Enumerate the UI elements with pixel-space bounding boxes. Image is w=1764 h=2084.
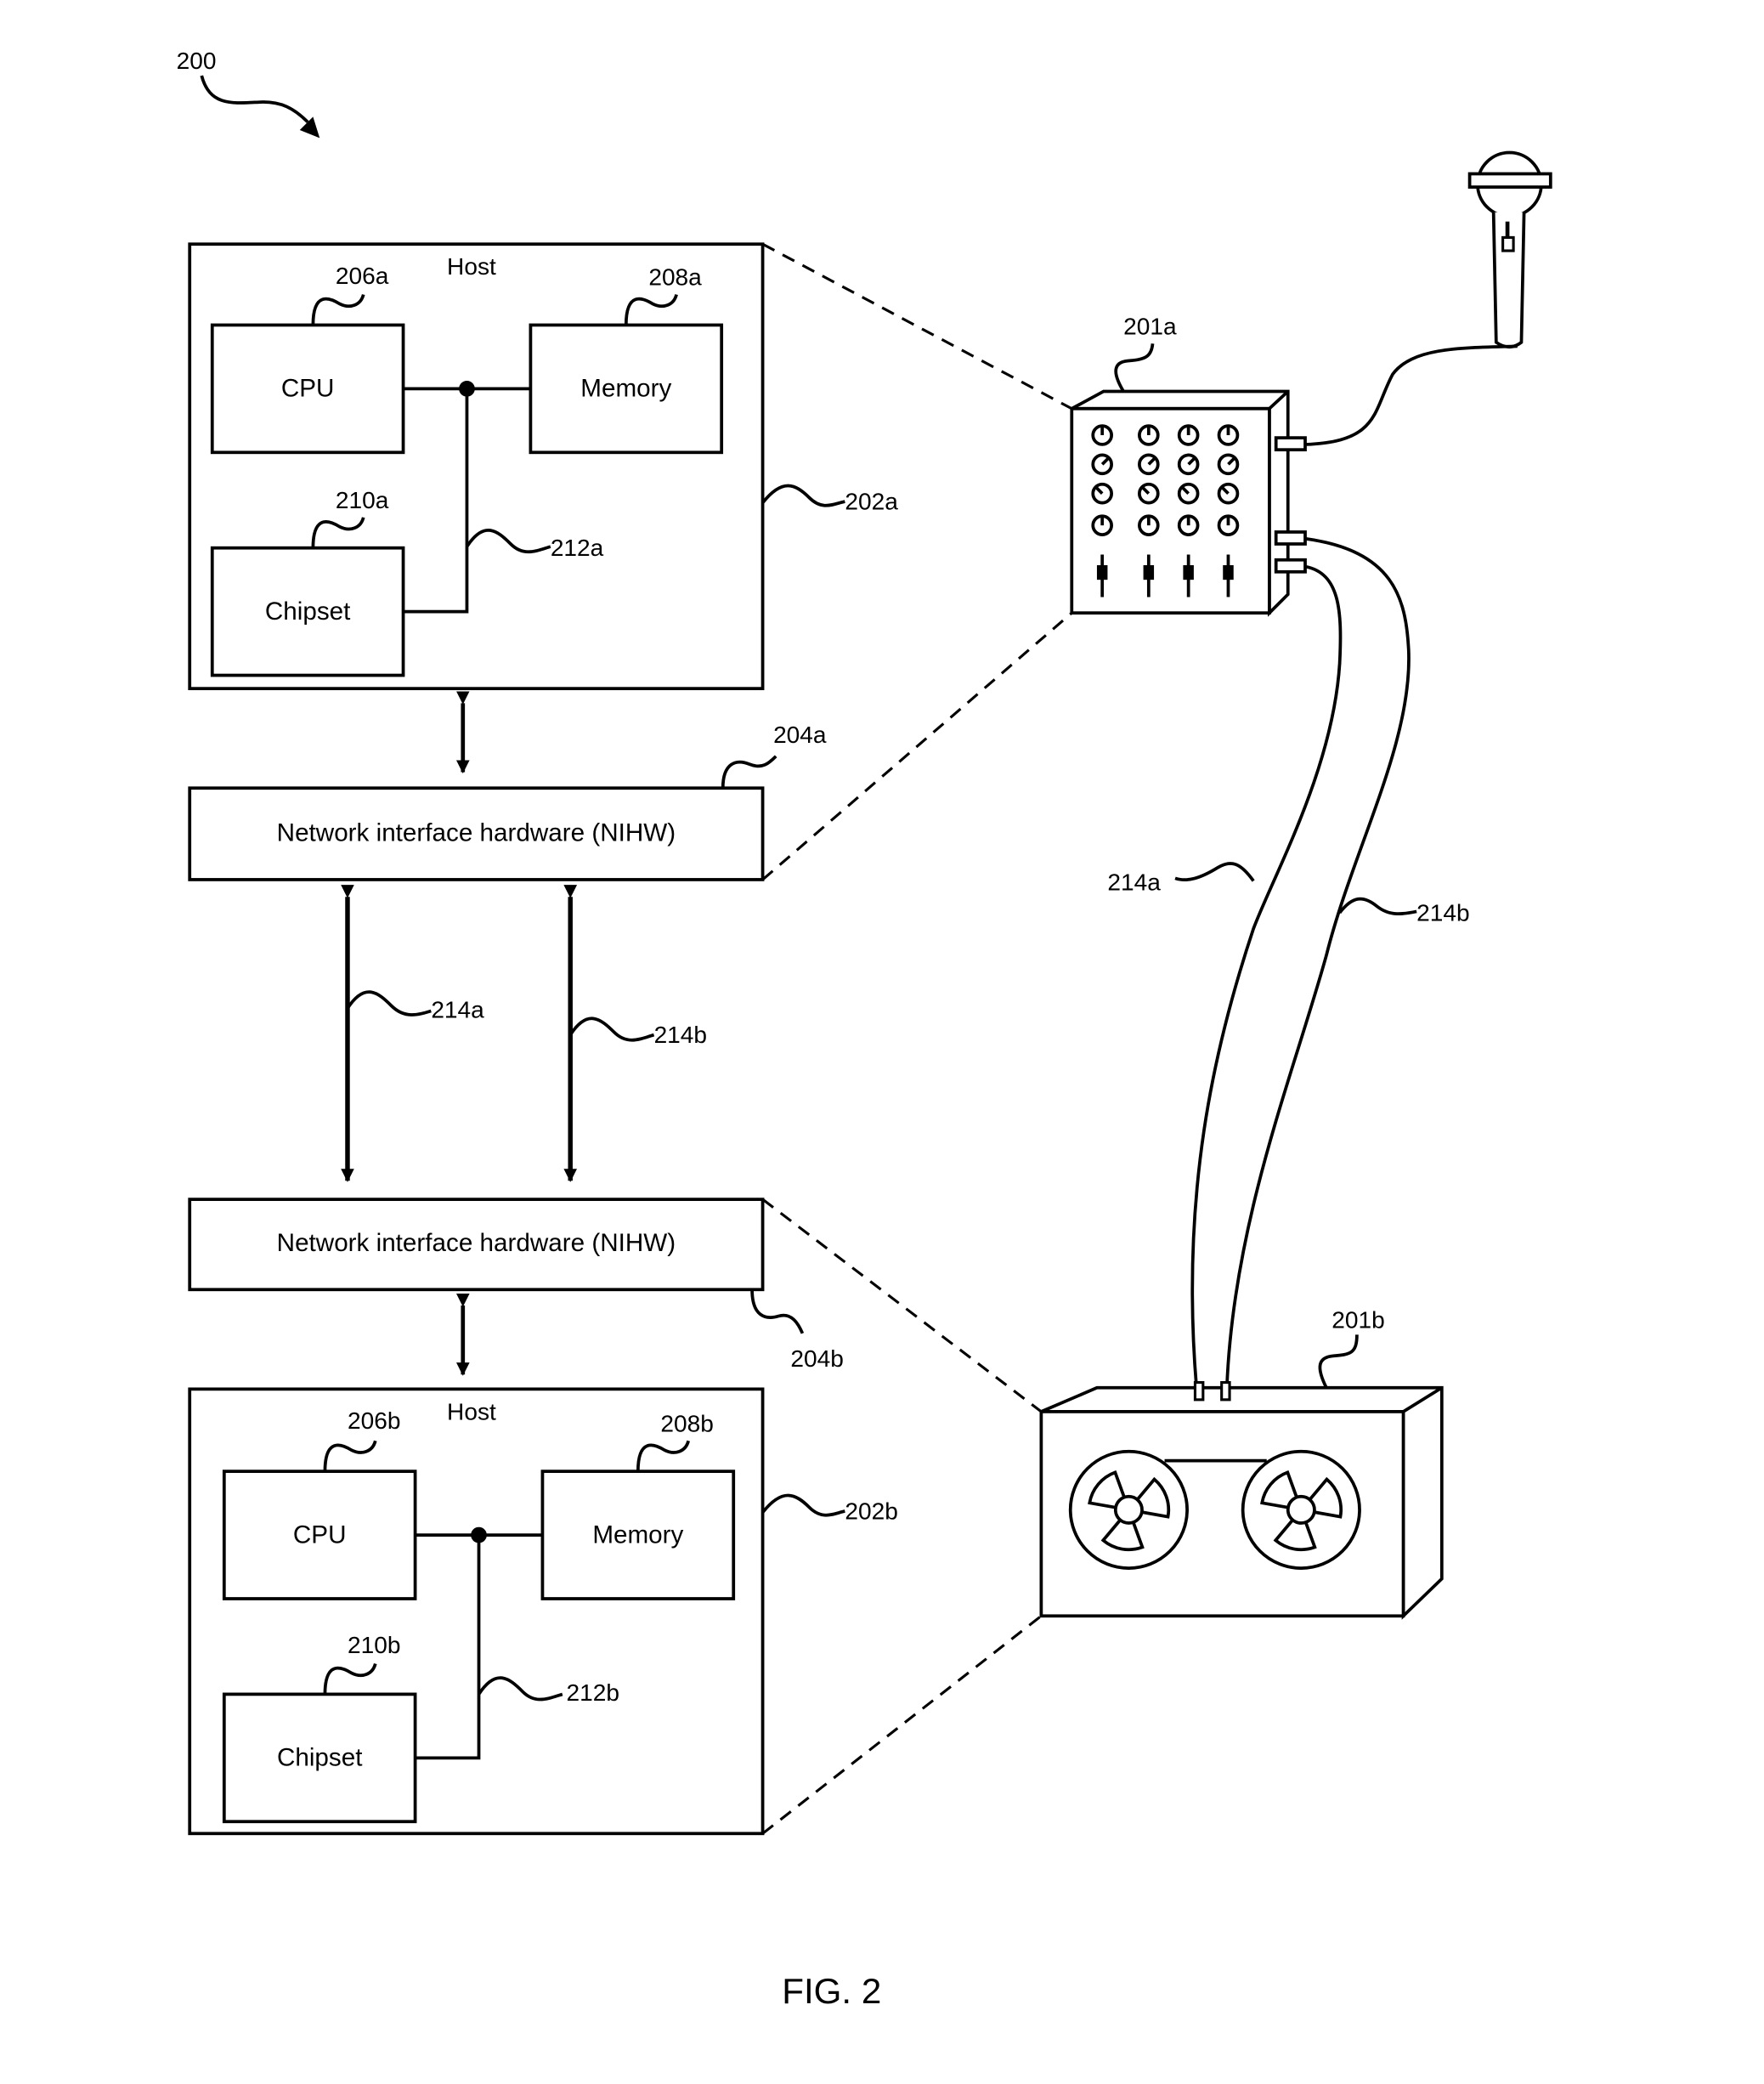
cable-b-ref: 214b <box>1416 899 1469 926</box>
mixer-icon <box>1070 389 1307 617</box>
host-b-box <box>188 1387 765 1836</box>
fader-knob <box>1096 564 1108 580</box>
nihw-b-ref: 204b <box>790 1345 843 1372</box>
cpu-b-label: CPU <box>293 1521 347 1549</box>
host-a: Host CPU 206a Memory 208a Chipset 210a 2… <box>188 242 898 691</box>
figure-ref-arrowhead <box>299 116 320 139</box>
bus-a-ref: 212a <box>551 535 604 561</box>
cpu-a-label: CPU <box>281 375 335 403</box>
projection-line <box>761 1198 1043 1413</box>
cable-a-ref: 214a <box>1107 869 1161 895</box>
figure-canvas: 200 Host CPU 206a Memory 208a Chipset 21… <box>177 48 1552 2011</box>
cpu-b-ref: 206b <box>348 1407 400 1434</box>
memory-a-ref: 208a <box>648 264 702 291</box>
host-b: Host CPU 206b Memory 208b Chipset 210b 2… <box>188 1387 898 1836</box>
cable-b <box>1225 536 1411 1387</box>
bus-b <box>415 1533 543 1760</box>
host-a-ref: 202a <box>845 488 898 514</box>
tape-deck-icon <box>1039 1381 1444 1620</box>
projection-line <box>761 242 1073 411</box>
figure-ref-arrow <box>200 75 309 123</box>
host-b-title: Host <box>447 1398 496 1424</box>
chipset-a-label: Chipset <box>265 597 351 626</box>
figure-caption: FIG. 2 <box>782 1971 881 2011</box>
fader-knob <box>1143 564 1155 580</box>
nihw-a-ref: 204a <box>773 722 827 748</box>
figure-ref: 200 <box>177 48 217 74</box>
host-b-ref: 202b <box>845 1498 897 1524</box>
memory-b-ref: 208b <box>660 1410 713 1436</box>
bus-b-ref: 212b <box>567 1679 619 1706</box>
host-a-title: Host <box>447 253 496 280</box>
mic-cable <box>1304 344 1518 446</box>
memory-a-label: Memory <box>580 375 671 403</box>
bus-b-junction <box>471 1526 487 1543</box>
projection-line <box>761 1615 1043 1835</box>
link-b-ref: 214b <box>654 1022 707 1048</box>
memory-b-label: Memory <box>592 1521 683 1549</box>
fader-knob <box>1223 564 1234 580</box>
microphone-icon <box>1467 150 1552 349</box>
device-b-ref: 201b <box>1331 1307 1384 1334</box>
cpu-a-ref: 206a <box>336 263 389 289</box>
link-a-ref: 214a <box>431 996 484 1022</box>
bus-a <box>403 387 531 614</box>
chipset-a-ref: 210a <box>336 487 389 513</box>
nihw-b-label: Network interface hardware (NIHW) <box>277 1229 676 1257</box>
chipset-b-ref: 210b <box>348 1632 400 1658</box>
chipset-b-label: Chipset <box>277 1744 363 1772</box>
bus-a-junction <box>459 381 475 397</box>
fader-knob <box>1183 564 1194 580</box>
nihw-a-label: Network interface hardware (NIHW) <box>277 819 676 847</box>
device-a-ref: 201a <box>1123 313 1177 339</box>
cable-a <box>1190 564 1343 1387</box>
